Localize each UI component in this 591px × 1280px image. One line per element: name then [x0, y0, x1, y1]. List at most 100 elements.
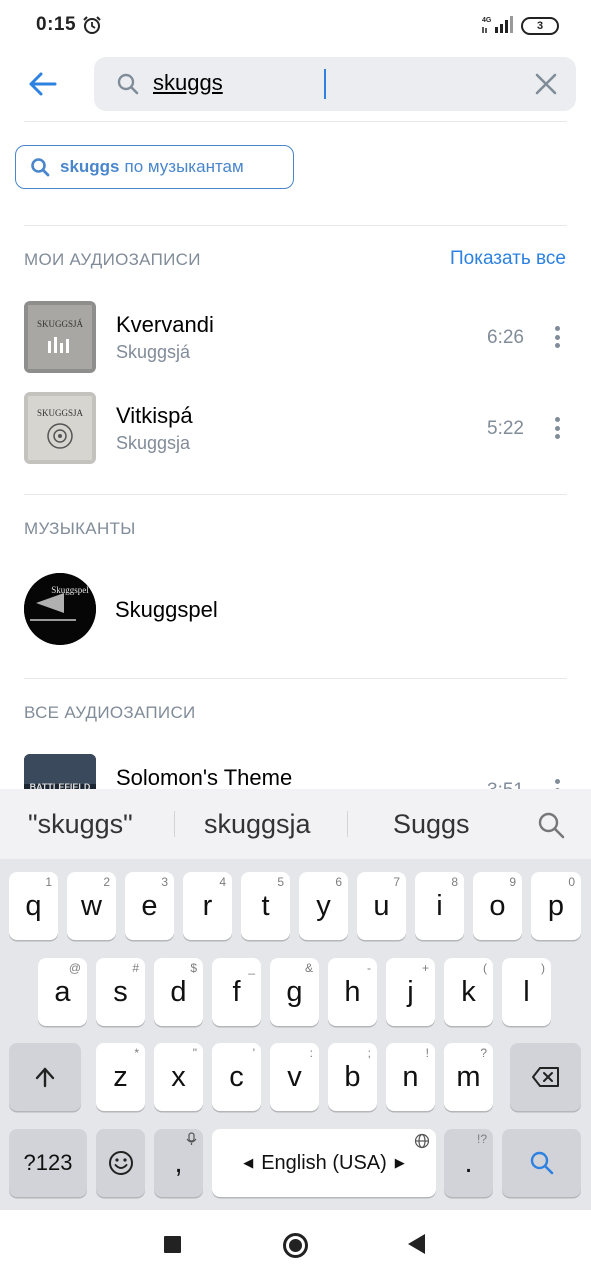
suggestion-bar: "skuggs" skuggsja Suggs [0, 789, 591, 859]
key[interactable]: z * [96, 1043, 145, 1111]
search-icon [530, 1151, 553, 1175]
emoji-key[interactable] [96, 1129, 145, 1197]
artist-avatar[interactable]: Skuggspel [24, 573, 96, 645]
section-divider [24, 225, 567, 226]
key[interactable]: k( [444, 958, 493, 1026]
key[interactable]: y6 [299, 872, 348, 940]
artist-name[interactable]: Skuggspel [115, 597, 218, 623]
section-divider [24, 494, 567, 495]
album-cover: SKUGGSJÁ [24, 301, 96, 373]
svg-text:Skuggspel: Skuggspel [51, 585, 89, 595]
key[interactable]: n! [386, 1043, 435, 1111]
key[interactable]: u7 [357, 872, 406, 940]
keyboard: "skuggs" skuggsja Suggs q1 w2 e3 r4 t5 y… [0, 789, 591, 1210]
shift-key[interactable] [9, 1043, 81, 1111]
clear-search-button[interactable] [531, 69, 561, 99]
status-time: 0:15 [36, 14, 77, 35]
signal-4g-icon: 4G [482, 16, 513, 33]
svg-text:SKUGGSJÁ: SKUGGSJÁ [37, 319, 84, 329]
suggestion-divider [174, 811, 175, 837]
backspace-key[interactable] [510, 1043, 581, 1111]
back-triangle-icon[interactable] [408, 1234, 425, 1254]
space-key[interactable]: ◀ English (USA) ▶ [212, 1129, 436, 1197]
close-icon [535, 73, 557, 95]
key[interactable]: t5 [241, 872, 290, 940]
key[interactable]: q1 [9, 872, 58, 940]
key[interactable]: r4 [183, 872, 232, 940]
key[interactable]: o9 [473, 872, 522, 940]
track-row[interactable]: SKUGGSJA Vitkispá Skuggsja 5:22 [0, 383, 591, 473]
system-nav-bar [0, 1210, 591, 1280]
search-icon[interactable] [537, 811, 565, 839]
key[interactable]: l) [502, 958, 551, 1026]
key[interactable]: i8 [415, 872, 464, 940]
caret-left-icon: ◀ [243, 1155, 254, 1170]
symbols-key[interactable]: ?123 [9, 1129, 87, 1197]
search-input[interactable]: skuggs [153, 70, 223, 96]
more-dots-icon [554, 417, 560, 422]
track-duration: 5:22 [487, 418, 524, 439]
backspace-icon [531, 1067, 559, 1087]
search-icon [117, 73, 139, 95]
status-bar: 0:15 4G 3 [0, 0, 591, 52]
header-divider [24, 121, 567, 122]
shift-arrow-icon [35, 1067, 55, 1088]
key[interactable]: j + [386, 958, 435, 1026]
chip-query: skuggs [60, 157, 120, 176]
track-artist: Skuggsjá [116, 342, 191, 362]
album-cover: SKUGGSJA [24, 392, 96, 464]
more-options-button[interactable] [546, 322, 568, 352]
suggestion-item[interactable]: skuggsja [204, 809, 311, 840]
section-title-musicians: МУЗЫКАНТЫ [24, 519, 136, 538]
section-divider [24, 678, 567, 679]
key[interactable]: m? [444, 1043, 493, 1111]
key[interactable]: c ' [212, 1043, 261, 1111]
section-title-my-audio: МОИ АУДИОЗАПИСИ [24, 250, 201, 269]
track-row[interactable]: SKUGGSJÁ Kvervandi Skuggsjá 6:26 [0, 292, 591, 382]
arrow-left-icon [29, 72, 57, 96]
suggestion-item[interactable]: Suggs [393, 809, 470, 840]
track-title: Solomon's Theme [116, 765, 293, 790]
key[interactable]: f _ [212, 958, 261, 1026]
key[interactable]: x " [154, 1043, 203, 1111]
search-field[interactable]: skuggs [94, 57, 576, 111]
track-title: Kvervandi [116, 312, 214, 337]
microphone-icon [186, 1132, 197, 1145]
track-title: Vitkispá [116, 403, 193, 428]
home-icon[interactable] [283, 1233, 308, 1258]
period-key[interactable]: .!? [444, 1129, 493, 1197]
key[interactable]: e3 [125, 872, 174, 940]
alarm-clock-icon [83, 16, 101, 34]
search-icon [31, 158, 50, 177]
more-dots-icon [554, 326, 560, 331]
more-dots-icon [554, 779, 560, 784]
track-duration: 6:26 [487, 327, 524, 348]
smiley-icon [108, 1151, 133, 1175]
key[interactable]: v: [270, 1043, 319, 1111]
search-by-musicians-chip[interactable]: skuggs по музыкантам [15, 145, 294, 189]
svg-text:SKUGGSJA: SKUGGSJA [37, 408, 84, 418]
more-options-button[interactable] [546, 413, 568, 443]
suggestion-divider [347, 811, 348, 837]
key[interactable]: s # [96, 958, 145, 1026]
back-button[interactable] [20, 62, 64, 106]
comma-key[interactable]: , [154, 1129, 203, 1197]
battery-icon: 3 [521, 17, 559, 35]
key[interactable]: g & [270, 958, 319, 1026]
key[interactable]: b; [328, 1043, 377, 1111]
section-title-all-audio: ВСЕ АУДИОЗАПИСИ [24, 703, 196, 722]
key[interactable]: w2 [67, 872, 116, 940]
key[interactable]: d $ [154, 958, 203, 1026]
show-all-link[interactable]: Показать все [450, 248, 566, 270]
chip-label: по музыкантам [124, 157, 244, 176]
keyboard-search-key[interactable] [502, 1129, 581, 1197]
text-cursor [324, 69, 326, 99]
key[interactable]: h- [328, 958, 377, 1026]
suggestion-item[interactable]: "skuggs" [28, 809, 133, 840]
track-artist: Skuggsja [116, 433, 191, 453]
caret-right-icon: ▶ [394, 1155, 405, 1170]
key[interactable]: a @ [38, 958, 87, 1026]
recent-apps-icon[interactable] [164, 1236, 181, 1253]
svg-text:4G: 4G [482, 17, 492, 24]
key[interactable]: p0 [531, 872, 581, 940]
